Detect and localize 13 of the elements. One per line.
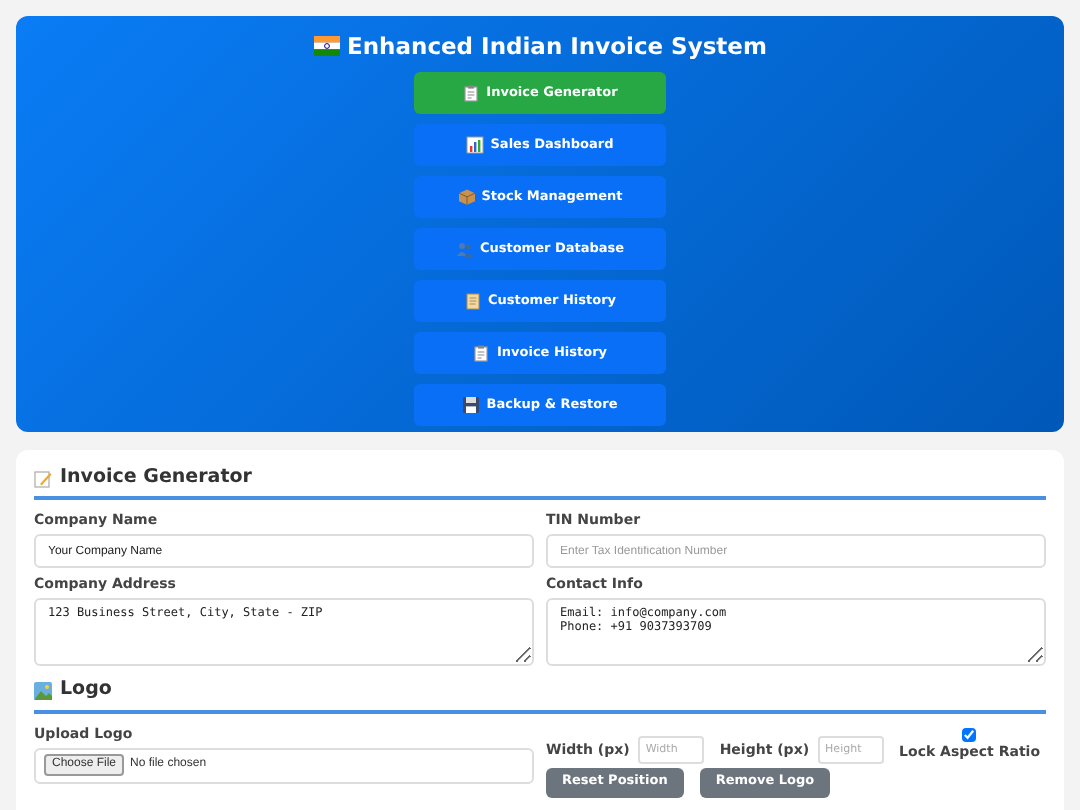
clipboard-icon (472, 344, 491, 362)
people-icon (455, 240, 474, 258)
box-icon (457, 188, 476, 206)
scroll-icon (463, 292, 482, 310)
bar-chart-icon (466, 136, 485, 154)
section-heading: Invoice Generator (60, 464, 252, 492)
lock-checkbox[interactable] (962, 727, 977, 741)
india-flag-icon (313, 36, 340, 56)
pencil-icon (34, 469, 52, 488)
app-title: Enhanced Indian Invoice System (347, 30, 767, 62)
section-heading: Logo (60, 676, 112, 705)
clipboard-icon (462, 84, 481, 102)
image-icon (34, 681, 52, 700)
